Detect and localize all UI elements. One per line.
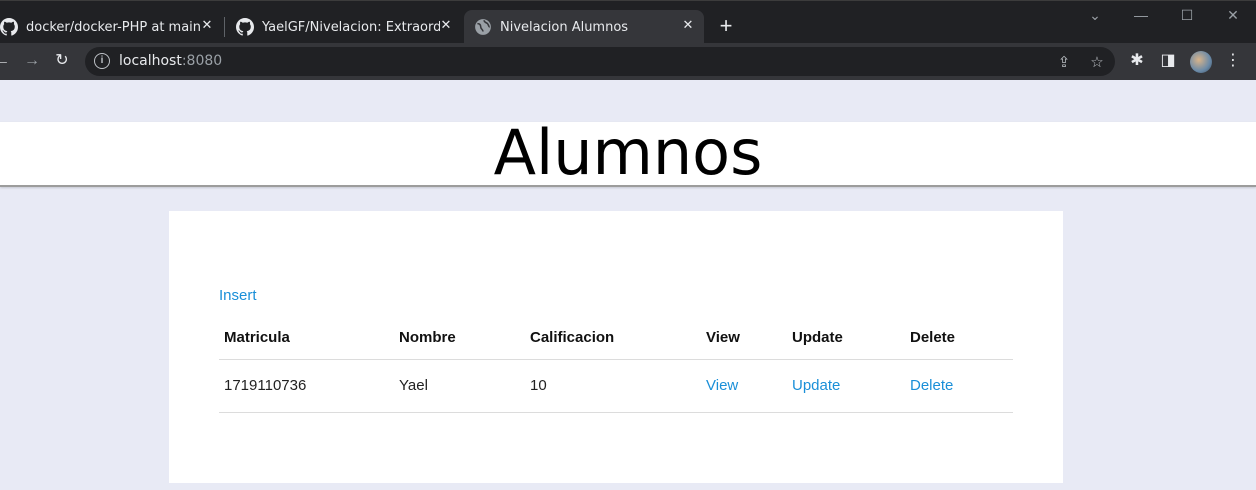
update-link[interactable]: Update [792, 377, 840, 394]
reload-icon[interactable]: ↻ [52, 51, 72, 71]
column-header-delete: Delete [905, 316, 1013, 360]
column-header-nombre: Nombre [394, 316, 525, 360]
new-tab-button[interactable]: + [714, 15, 738, 37]
tab-search-icon[interactable]: ⌄ [1085, 7, 1105, 24]
browser-toolbar: ← → ↻ i localhost:8080 ⇪ ☆ ✱ ◨ ⋮ [0, 43, 1256, 80]
view-link[interactable]: View [706, 377, 738, 394]
github-icon [236, 18, 254, 36]
delete-link[interactable]: Delete [910, 377, 953, 394]
content-card: Insert Matricula Nombre Calificacion Vie… [169, 211, 1063, 483]
url-host: localhost [119, 53, 182, 69]
students-table: Matricula Nombre Calificacion View Updat… [219, 316, 1013, 413]
tab-title: Nivelacion Alumnos [500, 19, 629, 35]
back-arrow-icon[interactable]: ← [0, 51, 12, 71]
bookmark-star-icon[interactable]: ☆ [1088, 53, 1106, 71]
column-header-matricula: Matricula [219, 316, 394, 360]
tab-title: YaelGF/Nivelacion: Extraordinario [262, 19, 440, 35]
browser-tabstrip: docker/docker-PHP at main · Yae ✕ YaelGF… [0, 0, 1256, 44]
url-port: :8080 [181, 53, 223, 69]
cell-calificacion: 10 [525, 359, 701, 413]
insert-link[interactable]: Insert [219, 287, 257, 304]
extensions-puzzle-icon[interactable]: ✱ [1127, 51, 1147, 71]
tab-nivelacion-repo[interactable]: YaelGF/Nivelacion: Extraordinario ✕ [226, 10, 462, 44]
tab-nivelacion-alumnos[interactable]: Nivelacion Alumnos ✕ [464, 10, 704, 44]
close-icon[interactable]: ✕ [199, 18, 215, 34]
page-title: Alumnos [493, 116, 763, 189]
window-close-icon[interactable]: ✕ [1223, 7, 1243, 24]
column-header-view: View [701, 316, 787, 360]
table-header-row: Matricula Nombre Calificacion View Updat… [219, 316, 1013, 360]
side-panel-icon[interactable]: ◨ [1158, 51, 1178, 71]
address-bar[interactable]: i localhost:8080 ⇪ ☆ [85, 47, 1115, 76]
github-icon [0, 18, 18, 36]
cell-nombre: Yael [394, 359, 525, 413]
tab-title: docker/docker-PHP at main · Yae [26, 19, 206, 35]
cell-update: Update [787, 359, 905, 413]
column-header-calificacion: Calificacion [525, 316, 701, 360]
cell-view: View [701, 359, 787, 413]
forward-arrow-icon[interactable]: → [22, 51, 42, 71]
menu-kebab-icon[interactable]: ⋮ [1223, 51, 1243, 71]
column-header-update: Update [787, 316, 905, 360]
minimize-icon[interactable]: — [1131, 7, 1151, 23]
cell-delete: Delete [905, 359, 1013, 413]
cell-matricula: 1719110736 [219, 359, 394, 413]
page-header: Alumnos [0, 116, 1256, 189]
url-text: localhost:8080 [119, 53, 222, 69]
close-icon[interactable]: ✕ [680, 18, 696, 34]
site-info-icon[interactable]: i [94, 53, 110, 69]
share-icon[interactable]: ⇪ [1055, 53, 1073, 71]
tab-docker-php[interactable]: docker/docker-PHP at main · Yae ✕ [0, 10, 223, 44]
tab-divider [224, 17, 225, 37]
close-icon[interactable]: ✕ [438, 18, 454, 34]
profile-avatar[interactable] [1190, 51, 1212, 73]
table-row: 1719110736 Yael 10 View Update Delete [219, 359, 1013, 413]
globe-icon [475, 19, 491, 35]
maximize-icon[interactable]: ☐ [1177, 7, 1197, 24]
